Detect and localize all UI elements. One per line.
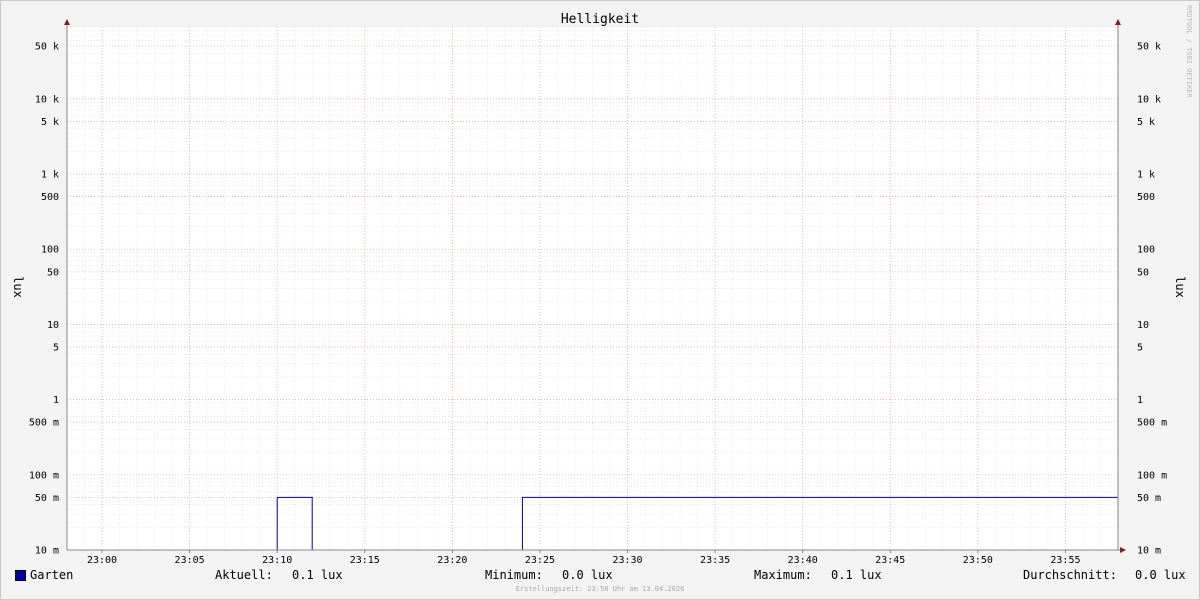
x-tick-label: 23:20 — [437, 555, 467, 566]
y-tick-label-right: 100 m — [1137, 470, 1167, 481]
side-credit: RRDTOOL / TOBI OETIKER — [1185, 5, 1193, 99]
y-axis-left-arrow — [64, 19, 70, 25]
y-tick-label-left: 1 k — [41, 169, 59, 180]
legend-current-value: 0.1 lux — [292, 568, 343, 582]
legend-max-label: Maximum: — [754, 568, 812, 582]
x-tick-label: 23:25 — [525, 555, 555, 566]
chart-title: Helligkeit — [561, 12, 639, 27]
y-tick-label-right: 50 k — [1137, 42, 1161, 53]
legend-min-label: Minimum: — [485, 568, 543, 582]
x-tick-label: 23:05 — [175, 555, 205, 566]
y-tick-label-right: 10 m — [1137, 546, 1161, 557]
y-tick-label-left: 50 — [47, 267, 59, 278]
y-axis-label-left: lux — [11, 276, 25, 298]
y-tick-label-left: 50 m — [35, 493, 59, 504]
y-tick-label-left: 10 m — [35, 546, 59, 557]
x-tick-label: 23:55 — [1050, 555, 1080, 566]
x-tick-label: 23:50 — [963, 555, 993, 566]
x-tick-label: 23:00 — [87, 555, 117, 566]
y-tick-label-right: 1 k — [1137, 169, 1155, 180]
y-tick-label-right: 5 — [1137, 343, 1143, 354]
legend-series-name: Garten — [30, 568, 74, 582]
y-tick-label-left: 10 k — [35, 94, 59, 105]
y-tick-label-left: 500 m — [29, 418, 59, 429]
x-tick-label: 23:35 — [700, 555, 730, 566]
y-tick-label-right: 50 — [1137, 267, 1149, 278]
y-tick-label-left: 100 m — [29, 470, 59, 481]
y-tick-label-right: 50 m — [1137, 493, 1161, 504]
x-tick-label: 23:10 — [262, 555, 292, 566]
y-axis-right-arrow — [1115, 19, 1121, 25]
y-tick-label-left: 50 k — [35, 42, 59, 53]
y-tick-label-right: 500 m — [1137, 418, 1167, 429]
x-tick-label: 23:30 — [612, 555, 642, 566]
y-tick-label-left: 500 — [41, 192, 59, 203]
legend-min-value: 0.0 lux — [562, 568, 613, 582]
legend-swatch-garten — [15, 570, 26, 581]
grid — [66, 26, 1119, 551]
y-tick-label-right: 10 — [1137, 320, 1149, 331]
y-tick-label-left: 5 — [53, 343, 59, 354]
y-tick-label-right: 1 — [1137, 395, 1143, 406]
y-tick-label-left: 5 k — [41, 117, 59, 128]
x-tick-label: 23:45 — [875, 555, 905, 566]
legend-max-value: 0.1 lux — [831, 568, 882, 582]
legend-avg-label: Durchschnitt: — [1023, 568, 1117, 582]
footer-timestamp: Erstellungszeit: 23:58 Uhr am 13.04.2026 — [515, 585, 685, 593]
legend-avg-value: 0.0 lux — [1135, 568, 1186, 582]
y-tick-label-left: 100 — [41, 245, 59, 256]
x-tick-label: 23:40 — [788, 555, 818, 566]
legend-current-label: Aktuell: — [215, 568, 273, 582]
chart: 23:00 23:05 23:10 23:15 23:20 23:25 23:30 23:35… — [11, 5, 1193, 566]
y-tick-label-left: 1 — [53, 395, 59, 406]
y-axis-label-right: lux — [1173, 276, 1187, 298]
y-tick-label-left: 10 — [47, 320, 59, 331]
y-tick-label-right: 5 k — [1137, 117, 1155, 128]
y-tick-label-right: 10 k — [1137, 94, 1161, 105]
y-tick-label-right: 100 — [1137, 245, 1155, 256]
x-axis-arrow — [1120, 547, 1126, 553]
x-tick-label: 23:15 — [350, 555, 380, 566]
y-tick-label-right: 500 — [1137, 192, 1155, 203]
